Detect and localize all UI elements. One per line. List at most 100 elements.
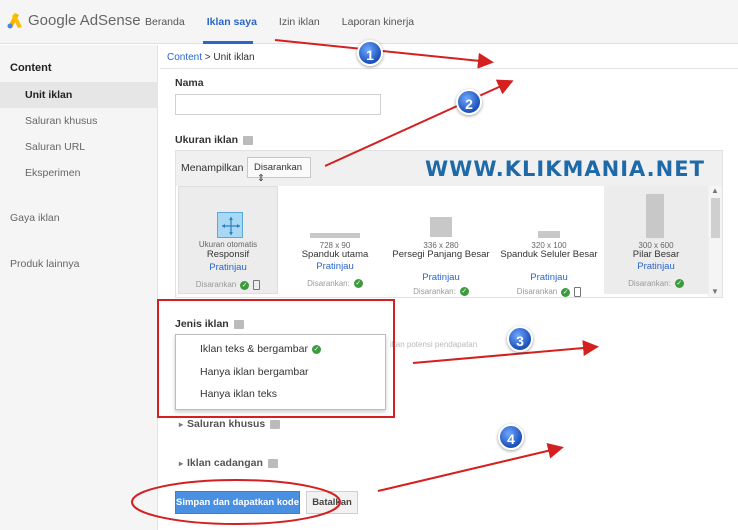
top-bar: Google AdSense Beranda Iklan saya Izin i… — [0, 0, 738, 44]
name-label: Nama — [175, 77, 204, 89]
sidebar-heading-content[interactable]: Content — [10, 62, 52, 74]
card-name: Pilar Besar — [632, 249, 680, 260]
card-name: Spanduk utama — [301, 249, 369, 260]
ad-size-card-half-page[interactable]: 300 x 600 Pilar Besar Pratinjau Disarank… — [604, 186, 708, 294]
ad-size-card-large-rectangle[interactable]: 336 x 280 Persegi Panjang Besar Pratinja… — [390, 186, 492, 297]
check-icon: ✓ — [240, 280, 250, 290]
show-label: Menampilkan — [181, 162, 244, 174]
card-preview-link[interactable]: Pratinjau — [390, 272, 492, 283]
card-recommended: Disarankan ✓ — [498, 287, 600, 297]
card-dim: Ukuran otomatis — [198, 240, 258, 249]
adsense-logo[interactable]: Google AdSense — [6, 11, 141, 29]
breadcrumb-content-link[interactable]: Content — [167, 52, 202, 63]
ad-type-option-image-only[interactable]: Hanya iklan bergambar — [200, 366, 309, 378]
annotation-badge-1: 1 — [357, 40, 383, 66]
ad-size-card-large-mobile-banner[interactable]: 320 x 100 Spanduk Seluler Besar Pratinja… — [498, 186, 600, 297]
check-icon: ✓ — [353, 279, 363, 289]
help-icon[interactable] — [233, 319, 244, 329]
nav-laporan-kinerja[interactable]: Laporan kinerja — [342, 16, 414, 28]
cancel-button[interactable]: Batalkan — [306, 491, 358, 514]
card-recommended: Disarankan: ✓ — [604, 279, 708, 289]
check-icon: ✓ — [459, 287, 469, 297]
check-icon: ✓ — [561, 287, 571, 297]
sidebar-item-eksperimen[interactable]: Eksperimen — [0, 160, 158, 186]
card-recommended-text: Disarankan — [195, 280, 237, 290]
annotation-badge-4: 4 — [498, 424, 524, 450]
scroll-down-icon[interactable]: ▼ — [711, 287, 719, 296]
sidebar-item-saluran-url[interactable]: Saluran URL — [0, 134, 158, 160]
nav-beranda[interactable]: Beranda — [145, 16, 185, 28]
check-icon: ✓ — [674, 279, 684, 289]
annotation-badge-3: 3 — [507, 326, 533, 352]
adsense-logo-icon — [6, 11, 24, 29]
card-recommended-text: Disarankan: — [413, 287, 456, 296]
sidebar-item-gaya-iklan[interactable]: Gaya iklan — [10, 212, 60, 224]
ad-type-option-text-only[interactable]: Hanya iklan teks — [200, 388, 277, 400]
card-recommended: Disarankan ✓ — [179, 280, 277, 290]
nav-izin-iklan[interactable]: Izin iklan — [279, 16, 320, 28]
card-preview-link[interactable]: Pratinjau — [284, 261, 386, 272]
nav-iklan-saya[interactable]: Iklan saya — [207, 16, 257, 28]
main-nav: Beranda Iklan saya Izin iklan Laporan ki… — [145, 16, 436, 28]
custom-channels-label: Saluran khusus — [187, 418, 266, 430]
card-name: Spanduk Seluler Besar — [500, 249, 598, 260]
logo-text: Google AdSense — [28, 11, 141, 29]
card-name: Persegi Panjang Besar — [392, 249, 490, 260]
sidebar-item-saluran-khusus[interactable]: Saluran khusus — [0, 108, 158, 134]
scrollbar-thumb[interactable] — [711, 198, 720, 238]
card-recommended-text: Disarankan: — [307, 279, 350, 288]
select-arrows-icon: ⇕ — [257, 173, 265, 184]
leaderboard-shape — [310, 233, 360, 238]
ad-size-label-text: Ukuran iklan — [175, 134, 239, 146]
sidebar: Content Unit iklan Saluran khusus Salura… — [0, 45, 158, 530]
mobile-icon — [253, 280, 261, 290]
save-and-get-code-button[interactable]: Simpan dan dapatkan kode — [175, 491, 300, 514]
annotation-arrow — [412, 340, 599, 364]
watermark: WWW.KLIKMANIA.NET — [425, 157, 705, 181]
scroll-up-icon[interactable]: ▲ — [711, 186, 719, 195]
help-icon[interactable] — [270, 419, 281, 429]
breadcrumb-current: > Unit iklan — [202, 52, 255, 63]
ad-type-option-label: Iklan teks & bergambar — [200, 343, 308, 355]
large-rectangle-shape — [430, 217, 452, 237]
show-select-value: Disarankan — [254, 162, 303, 173]
ad-size-label: Ukuran iklan — [175, 134, 254, 146]
ad-type-label: Jenis iklan — [175, 318, 244, 330]
faded-note: ikan potensi pendapatan — [390, 340, 478, 349]
check-icon: ✓ — [311, 344, 321, 354]
active-tab-indicator — [203, 41, 253, 44]
custom-channels-toggle[interactable]: ▸ Saluran khusus — [179, 418, 281, 430]
card-preview-link[interactable]: Pratinjau — [498, 272, 600, 283]
annotation-arrow — [377, 442, 564, 492]
name-input[interactable] — [175, 94, 381, 115]
ad-size-card-responsive[interactable]: Ukuran otomatis Responsif Pratinjau Disa… — [178, 186, 278, 294]
card-name: Responsif — [206, 249, 250, 260]
ad-size-card-leaderboard[interactable]: 728 x 90 Spanduk utama Pratinjau Disaran… — [284, 186, 386, 294]
ad-type-option-text-image[interactable]: Iklan teks & bergambar ✓ — [200, 343, 321, 355]
half-page-shape — [646, 194, 664, 238]
card-recommended: Disarankan: ✓ — [284, 279, 386, 289]
card-preview-link[interactable]: Pratinjau — [604, 261, 708, 272]
annotation-badge-2: 2 — [456, 89, 482, 115]
mobile-banner-shape — [538, 231, 560, 238]
ad-size-cards: Ukuran otomatis Responsif Pratinjau Disa… — [176, 186, 708, 297]
show-select[interactable]: Disarankan ⇕ — [247, 157, 311, 184]
card-preview-link[interactable]: Pratinjau — [179, 262, 277, 273]
sidebar-item-produk-lainnya[interactable]: Produk lainnya — [10, 258, 79, 270]
mobile-icon — [574, 287, 582, 297]
breadcrumb: Content > Unit iklan — [167, 52, 255, 63]
divider — [160, 68, 738, 69]
card-recommended-text: Disarankan — [516, 287, 558, 297]
ad-type-label-text: Jenis iklan — [175, 318, 229, 330]
backup-ads-label: Iklan cadangan — [187, 457, 263, 469]
card-recommended-text: Disarankan: — [628, 279, 671, 288]
caret-right-icon: ▸ — [179, 459, 184, 468]
backup-ads-toggle[interactable]: ▸ Iklan cadangan — [179, 457, 278, 469]
card-recommended: Disarankan: ✓ — [390, 287, 492, 297]
responsive-icon — [217, 212, 243, 238]
sidebar-item-unit-iklan[interactable]: Unit iklan — [0, 82, 158, 108]
caret-right-icon: ▸ — [179, 420, 184, 429]
help-icon[interactable] — [243, 135, 254, 145]
help-icon[interactable] — [267, 458, 278, 468]
ad-type-dropdown[interactable]: Iklan teks & bergambar ✓ Hanya iklan berg… — [175, 334, 386, 410]
